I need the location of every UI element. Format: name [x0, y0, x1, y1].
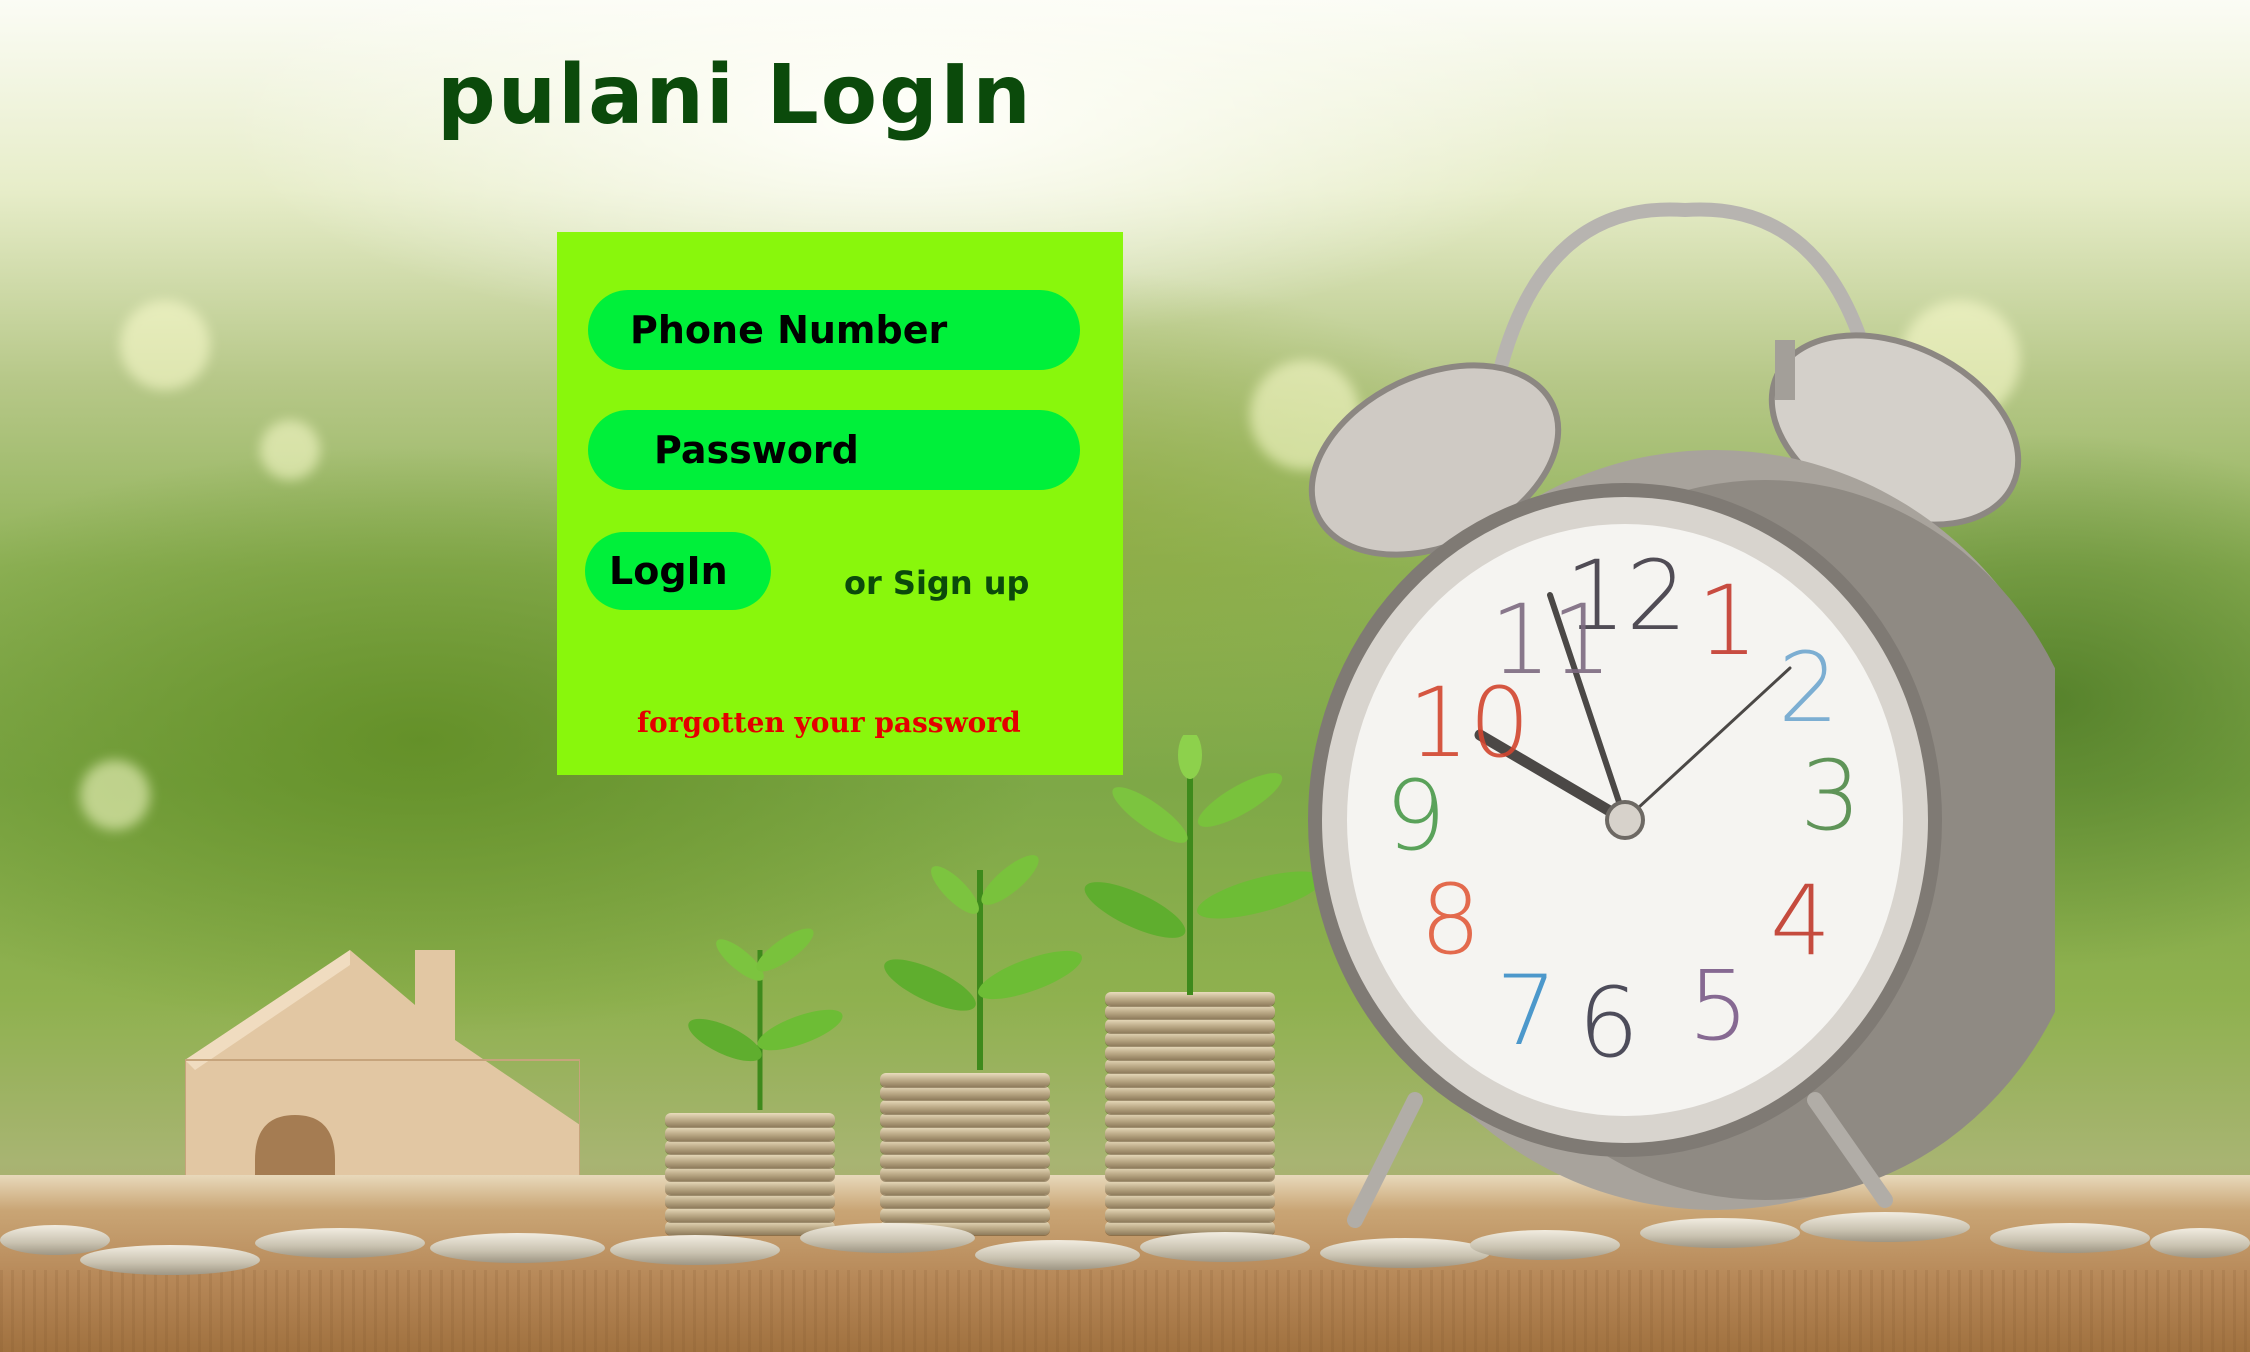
coin-layer: [665, 1194, 835, 1208]
coin-layer: [665, 1207, 835, 1222]
coin-layer: [880, 1207, 1050, 1222]
coin-layer: [880, 1072, 1050, 1087]
clock-number: 1: [1697, 565, 1759, 677]
loose-coin: [800, 1223, 975, 1253]
loose-coin: [610, 1235, 780, 1265]
coin-layer: [665, 1167, 835, 1181]
forgot-password-link[interactable]: forgotten your password: [637, 706, 1021, 739]
coin-layer: [880, 1180, 1050, 1195]
coin-layer: [1105, 1194, 1275, 1208]
coin-layer: [1105, 1018, 1275, 1033]
loose-coin: [430, 1233, 605, 1263]
table-grain: [0, 1270, 2250, 1352]
coin-layer: [1105, 1140, 1275, 1154]
coin-layer: [880, 1194, 1050, 1208]
coin-layer: [1105, 1113, 1275, 1127]
loose-coin: [1320, 1238, 1490, 1268]
clock-number: 11: [1490, 584, 1613, 696]
phone-number-field[interactable]: Phone Number: [588, 290, 1080, 370]
coin-layer: [1105, 1059, 1275, 1073]
bokeh-light: [80, 760, 150, 830]
coin-layer: [1105, 1086, 1275, 1100]
coin-layer: [1105, 1005, 1275, 1019]
coin-layer: [1105, 1045, 1275, 1060]
coin-layer: [880, 1126, 1050, 1141]
bokeh-light: [120, 300, 210, 390]
seedling-medium: [884, 855, 1082, 1070]
coin-layer: [880, 1153, 1050, 1168]
clock-number: 2: [1778, 632, 1840, 744]
coin-layer: [665, 1180, 835, 1195]
loose-coin: [1640, 1218, 1800, 1248]
coin-layer: [665, 1153, 835, 1168]
clock-number: 9: [1385, 760, 1447, 872]
clock-number: 4: [1770, 865, 1832, 977]
login-panel: Phone Number Password LogIn or Sign up f…: [557, 232, 1123, 775]
loose-coin: [255, 1228, 425, 1258]
page-title: pulani LogIn: [437, 48, 1033, 143]
coin-layer: [880, 1113, 1050, 1127]
coin-layer: [1105, 1072, 1275, 1087]
clock-number: 3: [1800, 740, 1862, 852]
background-photo: 12 1 2 3 4 5 6 7 8 9 10 11: [0, 0, 2250, 1352]
coin-layer: [1105, 1167, 1275, 1181]
clock-number: 7: [1496, 955, 1558, 1067]
coin-layer: [665, 1140, 835, 1154]
coin-stack-medium: [880, 1062, 1050, 1235]
loose-coin: [1800, 1212, 1970, 1242]
coin-stack-large: [1105, 985, 1275, 1235]
clock-number: 8: [1420, 864, 1482, 976]
loose-coin: [1140, 1232, 1310, 1262]
coin-layer: [880, 1086, 1050, 1100]
clock-number: 6: [1578, 967, 1640, 1079]
coin-layer: [1105, 1126, 1275, 1141]
loose-coin: [0, 1225, 110, 1255]
bokeh-light: [260, 420, 320, 480]
coin-layer: [1105, 1180, 1275, 1195]
coin-layer: [1105, 1099, 1275, 1114]
coin-layer: [665, 1126, 835, 1141]
loose-coin: [1990, 1223, 2150, 1253]
coin-layer: [1105, 1032, 1275, 1046]
coin-layer: [1105, 1207, 1275, 1222]
loose-coin: [1470, 1230, 1620, 1260]
coin-layer: [880, 1099, 1050, 1114]
coin-layer: [880, 1167, 1050, 1181]
coin-layer: [665, 1113, 835, 1127]
login-button[interactable]: LogIn: [585, 532, 771, 610]
password-field[interactable]: Password: [588, 410, 1080, 490]
coin-stack-small: [665, 1105, 835, 1235]
coin-layer: [1105, 1153, 1275, 1168]
loose-coin: [80, 1245, 260, 1275]
coin-layer: [880, 1140, 1050, 1154]
signup-link[interactable]: or Sign up: [844, 564, 1029, 602]
seedling-small: [688, 928, 843, 1110]
clock-number: 5: [1688, 950, 1750, 1062]
loose-coin: [975, 1240, 1140, 1270]
loose-coin: [2150, 1228, 2250, 1258]
